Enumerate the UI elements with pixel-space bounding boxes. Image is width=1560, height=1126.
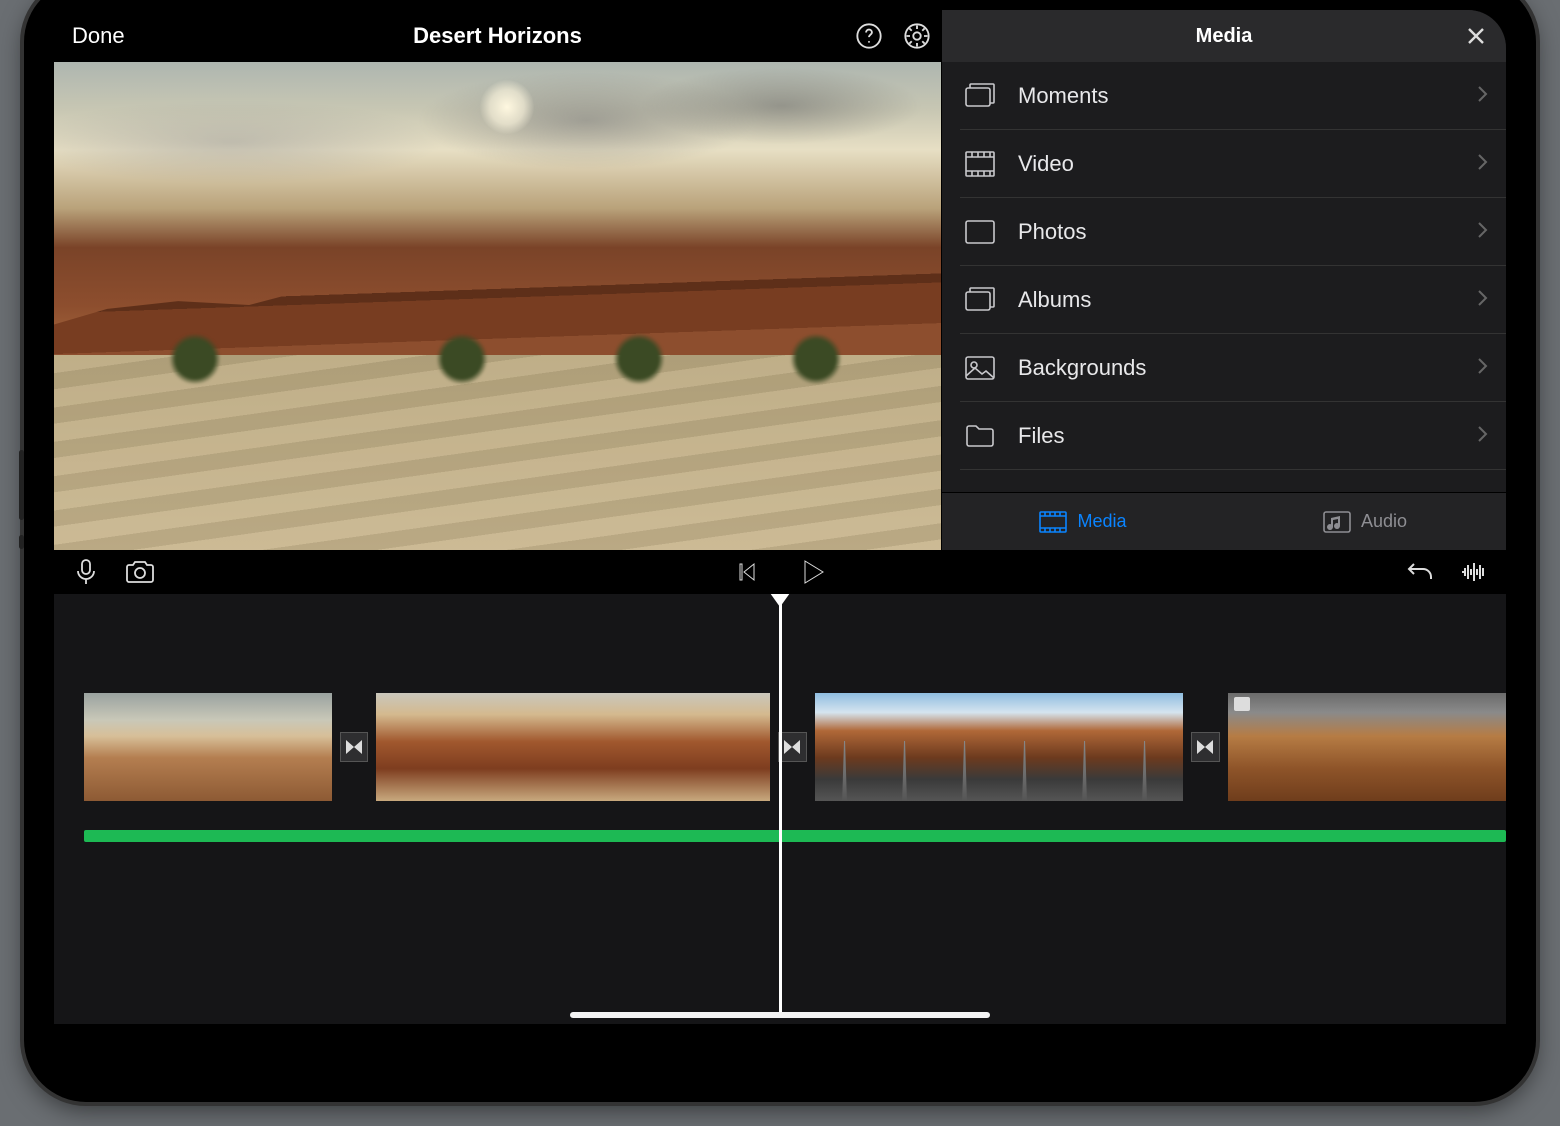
waveform-icon[interactable] xyxy=(1458,556,1490,588)
skip-back-icon[interactable] xyxy=(731,556,763,588)
media-row-label: Moments xyxy=(1018,83,1476,109)
chevron-right-icon xyxy=(1476,287,1488,313)
filmstrip-icon xyxy=(960,151,1000,177)
timeline-clip[interactable] xyxy=(376,693,769,801)
transition-icon[interactable] xyxy=(340,732,369,762)
media-row-label: Albums xyxy=(1018,287,1476,313)
media-browser-panel: Media Moments xyxy=(941,10,1506,550)
folder-icon xyxy=(960,424,1000,448)
help-icon[interactable] xyxy=(853,20,885,52)
project-title: Desert Horizons xyxy=(54,23,941,49)
chevron-right-icon xyxy=(1476,83,1488,109)
playhead-line[interactable] xyxy=(779,594,782,1012)
timeline-clip[interactable] xyxy=(1228,693,1506,801)
power-button[interactable] xyxy=(19,535,24,549)
media-row-label: Photos xyxy=(1018,219,1476,245)
tab-media[interactable]: Media xyxy=(942,493,1224,550)
close-icon[interactable] xyxy=(1460,20,1492,52)
media-category-list: Moments Video Photos xyxy=(942,62,1506,492)
video-track[interactable] xyxy=(54,692,1506,802)
chevron-right-icon xyxy=(1476,151,1488,177)
media-panel-header: Media xyxy=(942,10,1506,62)
chevron-right-icon xyxy=(1476,423,1488,449)
timeline-clip[interactable] xyxy=(84,693,332,801)
timeline-clip[interactable] xyxy=(815,693,1183,801)
media-row-label: Backgrounds xyxy=(1018,355,1476,381)
chevron-right-icon xyxy=(1476,355,1488,381)
media-row-files[interactable]: Files xyxy=(960,402,1506,470)
app-screen: Done Desert Horizons xyxy=(54,10,1506,1072)
transition-icon[interactable] xyxy=(778,732,807,762)
preview-foreground xyxy=(54,355,941,550)
photo-icon xyxy=(960,220,1000,244)
moments-icon xyxy=(960,83,1000,109)
media-row-video[interactable]: Video xyxy=(960,130,1506,198)
camera-icon[interactable] xyxy=(124,556,156,588)
media-row-label: Files xyxy=(1018,423,1476,449)
media-panel-title: Media xyxy=(1196,25,1253,48)
transition-icon[interactable] xyxy=(1191,732,1220,762)
play-icon[interactable] xyxy=(797,556,829,588)
home-indicator[interactable] xyxy=(570,1012,990,1018)
media-row-moments[interactable]: Moments xyxy=(960,62,1506,130)
ipad-frame: Done Desert Horizons xyxy=(24,0,1536,1102)
done-button[interactable]: Done xyxy=(54,23,143,49)
undo-icon[interactable] xyxy=(1404,556,1436,588)
media-tab-bar: Media Audio xyxy=(942,492,1506,550)
volume-button[interactable] xyxy=(19,450,24,520)
tab-audio[interactable]: Audio xyxy=(1224,493,1506,550)
media-row-label: Video xyxy=(1018,151,1476,177)
preview-sun xyxy=(480,80,534,134)
media-row-photos[interactable]: Photos xyxy=(960,198,1506,266)
preview-viewer[interactable] xyxy=(54,62,941,550)
media-row-backgrounds[interactable]: Backgrounds xyxy=(960,334,1506,402)
tab-media-label: Media xyxy=(1077,511,1126,532)
media-row-albums[interactable]: Albums xyxy=(960,266,1506,334)
chevron-right-icon xyxy=(1476,219,1488,245)
audio-track[interactable] xyxy=(84,830,1506,842)
microphone-icon[interactable] xyxy=(70,556,102,588)
playhead-indicator xyxy=(770,594,790,607)
settings-gear-icon[interactable] xyxy=(901,20,933,52)
transport-bar xyxy=(54,550,1506,594)
project-header: Done Desert Horizons xyxy=(54,10,941,62)
image-icon xyxy=(960,356,1000,380)
albums-icon xyxy=(960,287,1000,313)
tab-audio-label: Audio xyxy=(1361,511,1407,532)
timeline[interactable] xyxy=(54,594,1506,1024)
clip-marker-icon xyxy=(1234,697,1250,711)
